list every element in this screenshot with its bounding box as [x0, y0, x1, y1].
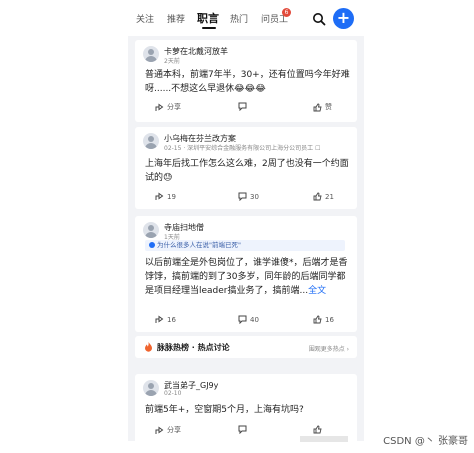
share-button[interactable]: 分享 — [155, 102, 181, 112]
comment-icon — [238, 315, 247, 324]
tab-follow[interactable]: 关注 — [136, 12, 154, 25]
share-count: 19 — [167, 192, 176, 201]
post-actions: 19 30 21 — [135, 192, 357, 204]
share-count: 分享 — [167, 426, 181, 434]
post-card[interactable]: 卡萝在北戴河放羊 2天前 普通本科，前端7年半，30+，还有位置吗今年好难呀..… — [135, 40, 357, 122]
thumbs-up-icon — [313, 425, 322, 434]
tab-recommend[interactable]: 推荐 — [167, 12, 185, 25]
like-button[interactable] — [313, 425, 325, 434]
share-count: 16 — [167, 315, 176, 324]
post-content[interactable]: 普通本科，前端7年半，30+，还有位置吗今年好难呀......不想这么早退休😂😂… — [145, 68, 351, 96]
comment-button[interactable] — [238, 102, 250, 111]
topic-icon — [149, 242, 155, 248]
plus-button[interactable]: + — [333, 8, 354, 29]
active-tab-indicator — [202, 27, 216, 29]
thumbs-up-icon — [313, 192, 322, 201]
post-card[interactable]: 寺庙扫地僧 1天前 为什么很多人在说"前端已死" 以后前端全是外包岗位了，谁学谁… — [135, 216, 357, 332]
avatar[interactable] — [143, 380, 159, 396]
search-icon[interactable] — [312, 12, 326, 26]
post-meta: 02-15 · 深圳平安综合金融服务有限公司上海分公司员工 ☐ — [164, 145, 321, 152]
post-card[interactable]: 武当弟子_GJ9y 02-10 前端5年+，空窗期5个月，上海有坑吗? 分享 — [135, 374, 357, 441]
thumbs-up-icon — [313, 103, 322, 111]
avatar[interactable] — [143, 222, 159, 238]
avatar[interactable] — [143, 46, 159, 62]
like-count: 21 — [325, 192, 334, 201]
post-card[interactable]: 小乌梅在芬兰改方案 02-15 · 深圳平安综合金融服务有限公司上海分公司员工 … — [135, 127, 357, 209]
like-button[interactable]: 21 — [313, 192, 334, 201]
hot-topics-bar[interactable]: 脉脉热榜 · 热点讨论 围观更多热点 › — [135, 336, 357, 358]
share-button[interactable]: 19 — [155, 192, 176, 201]
like-button[interactable]: 赞 — [313, 102, 332, 112]
tab-zhiyan[interactable]: 职言 — [197, 10, 219, 26]
topic-banner-text: 为什么很多人在说"前端已死" — [157, 241, 241, 249]
post-meta: 2天前 — [164, 58, 180, 65]
top-nav: 关注 推荐 职言 热门 问员工 6 + — [128, 0, 364, 36]
hot-topics-title: 脉脉热榜 · 热点讨论 — [157, 343, 230, 352]
comment-icon — [238, 425, 247, 434]
like-count: 赞 — [325, 103, 332, 111]
share-icon — [155, 103, 164, 111]
blurred-region — [300, 436, 348, 442]
topic-banner[interactable]: 为什么很多人在说"前端已死" — [145, 240, 345, 251]
comment-count: 40 — [250, 315, 259, 324]
share-icon — [155, 426, 164, 434]
more-topics-link[interactable]: 围观更多热点 › — [309, 344, 349, 353]
read-more-link[interactable]: 全文 — [308, 286, 326, 296]
post-content[interactable]: 前端5年+，空窗期5个月，上海有坑吗? — [145, 403, 351, 417]
post-meta: 02-10 — [164, 390, 182, 397]
comment-button[interactable]: 30 — [238, 192, 259, 201]
comment-icon — [238, 192, 247, 201]
notification-badge: 6 — [282, 8, 291, 17]
share-icon — [155, 192, 164, 200]
share-count: 分享 — [167, 103, 181, 111]
thumbs-up-icon — [313, 315, 322, 324]
share-icon — [155, 315, 164, 323]
post-content[interactable]: 以后前端全是外包岗位了，谁学谁傻*，后端才是香饽饽，搞前端的到了30多岁，同年龄… — [145, 256, 351, 298]
share-button[interactable]: 16 — [155, 315, 176, 324]
post-actions: 分享 赞 — [135, 102, 357, 114]
app-screen: 关注 推荐 职言 热门 问员工 6 + 卡萝在北戴河放羊 2天前 普通本科，前端… — [128, 0, 364, 441]
tab-hot[interactable]: 热门 — [230, 12, 248, 25]
comment-button[interactable] — [238, 425, 250, 434]
flame-icon — [145, 342, 152, 352]
watermark: CSDN @丶 张豪哥 — [383, 436, 468, 447]
comment-count: 30 — [250, 192, 259, 201]
post-content[interactable]: 上海年后找工作怎么这么难，2周了也没有一个约面试的😓 — [145, 157, 351, 185]
comment-button[interactable]: 40 — [238, 315, 259, 324]
like-button[interactable]: 16 — [313, 315, 334, 324]
comment-icon — [238, 102, 247, 111]
avatar[interactable] — [143, 133, 159, 149]
share-button[interactable]: 分享 — [155, 425, 181, 435]
like-count: 16 — [325, 315, 334, 324]
post-actions: 16 40 16 — [135, 315, 357, 327]
